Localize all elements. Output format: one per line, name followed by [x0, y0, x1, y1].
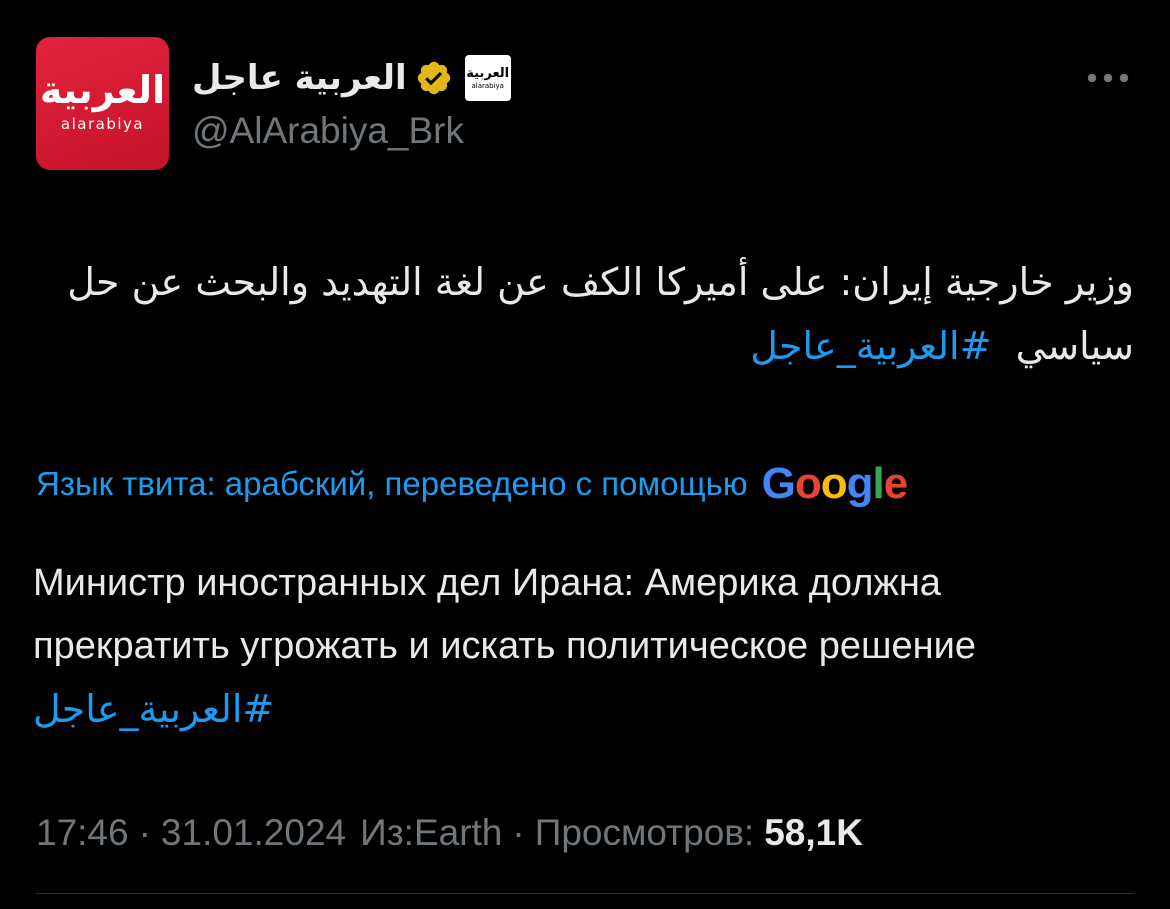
tweet-text: وزير خارجية إيران: على أميركا الكف عن لغ…	[36, 250, 1134, 378]
views-label: Просмотров:	[534, 812, 755, 853]
verified-badge-icon[interactable]	[415, 59, 453, 97]
display-name[interactable]: العربية عاجل	[192, 58, 407, 98]
tweet-header: العربية alarabiya العربية عاجل العربية a…	[0, 0, 1170, 180]
translation-attribution[interactable]: Язык твита: арабский, переведено с помощ…	[36, 455, 909, 513]
google-logo: Google	[761, 459, 909, 508]
account-handle[interactable]: @AlArabiya_Brk	[192, 110, 464, 152]
more-options-button[interactable]	[1082, 60, 1134, 96]
tweet-time[interactable]: 17:46	[36, 812, 129, 854]
more-horizontal-icon	[1087, 73, 1129, 83]
avatar-logo-latin: alarabiya	[60, 114, 145, 133]
name-row: العربية عاجل العربية alarabiya	[192, 52, 511, 104]
views-count[interactable]: 58,1K	[764, 812, 863, 854]
translated-hashtag-link[interactable]: #العربية_عاجل	[33, 687, 274, 731]
avatar[interactable]: العربية alarabiya	[36, 37, 169, 170]
tweet-date[interactable]: 31.01.2024	[161, 812, 346, 854]
affiliate-badge-latin: alarabiya	[471, 81, 504, 90]
translated-text-body: Министр иностранных дел Ирана: Америка д…	[33, 562, 976, 667]
translated-text: Министр иностранных дел Ирана: Америка д…	[33, 552, 1133, 742]
meta-separator: ·	[138, 812, 151, 853]
affiliate-badge-arabic: العربية	[466, 65, 510, 81]
tweet-meta: 17:46 · 31.01.2024 Из:Earth · Просмотров…	[36, 805, 863, 861]
translation-label[interactable]: Язык твита: арабский, переведено с помощ…	[36, 465, 748, 503]
divider	[36, 893, 1134, 894]
tweet-hashtag-link[interactable]: #العربية_عاجل	[750, 324, 991, 368]
affiliate-badge[interactable]: العربية alarabiya	[464, 55, 511, 101]
avatar-logo-arabic: العربية	[39, 67, 166, 112]
meta-separator-2: ·	[512, 812, 525, 853]
tweet-source: Из:Earth	[360, 812, 503, 853]
